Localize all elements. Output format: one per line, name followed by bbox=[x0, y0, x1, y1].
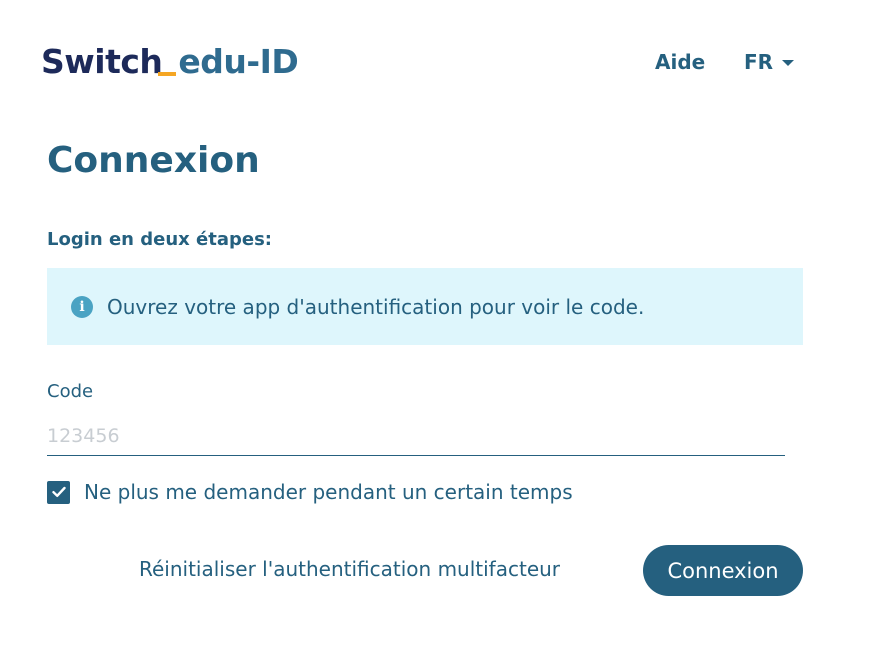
remember-device-checkbox-row[interactable]: Ne plus me demander pendant un certain t… bbox=[47, 480, 573, 504]
login-page: Switch edu-ID Aide FR Connexion Login en… bbox=[0, 0, 873, 645]
info-alert-text: Ouvrez votre app d'authentification pour… bbox=[107, 294, 645, 319]
logo-switch-text: Switch bbox=[41, 42, 163, 81]
page-title: Connexion bbox=[47, 140, 260, 181]
language-label: FR bbox=[744, 50, 774, 74]
two-step-login-heading: Login en deux étapes: bbox=[47, 229, 273, 250]
logo-eduid-text: edu-ID bbox=[178, 42, 299, 81]
remember-device-checkbox[interactable] bbox=[47, 480, 70, 504]
chevron-down-icon bbox=[782, 60, 795, 66]
code-field-label: Code bbox=[47, 381, 94, 402]
help-link[interactable]: Aide bbox=[655, 50, 705, 74]
login-button[interactable]: Connexion bbox=[643, 545, 803, 596]
switch-edu-id-logo[interactable]: Switch edu-ID bbox=[41, 42, 299, 90]
info-alert: i Ouvrez votre app d'authentification po… bbox=[47, 268, 803, 345]
language-dropdown[interactable]: FR bbox=[744, 50, 795, 74]
info-circle-icon: i bbox=[71, 295, 93, 318]
code-input[interactable] bbox=[47, 416, 785, 456]
reset-mfa-link[interactable]: Réinitialiser l'authentification multifa… bbox=[139, 557, 560, 581]
remember-device-label: Ne plus me demander pendant un certain t… bbox=[84, 480, 573, 504]
checkmark-icon bbox=[51, 486, 66, 497]
logo-underscore-mark bbox=[158, 72, 177, 76]
